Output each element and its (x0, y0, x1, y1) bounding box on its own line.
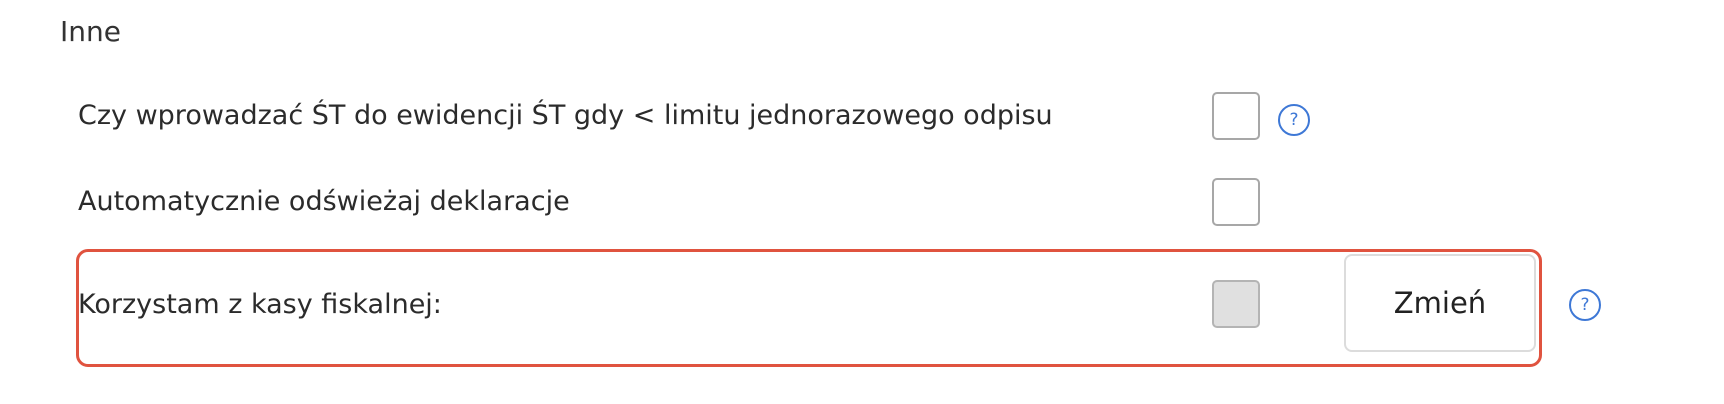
question-circle-icon[interactable]: ? (1278, 104, 1310, 136)
auto-refresh-declarations-checkbox[interactable] (1212, 178, 1260, 226)
auto-refresh-declarations-label: Automatycznie odświeżaj deklaracje (78, 186, 570, 217)
fixed-assets-limit-label: Czy wprowadzać ŚT do ewidencji ŚT gdy < … (78, 100, 1053, 131)
help-glyph: ? (1580, 295, 1590, 315)
change-button[interactable]: Zmień (1344, 254, 1536, 352)
fixed-assets-limit-checkbox[interactable] (1212, 92, 1260, 140)
question-circle-icon[interactable]: ? (1569, 289, 1601, 321)
cash-register-label: Korzystam z kasy fiskalnej: (78, 289, 442, 320)
section-title: Inne (60, 15, 121, 48)
cash-register-checkbox[interactable] (1212, 280, 1260, 328)
help-glyph: ? (1289, 110, 1299, 130)
